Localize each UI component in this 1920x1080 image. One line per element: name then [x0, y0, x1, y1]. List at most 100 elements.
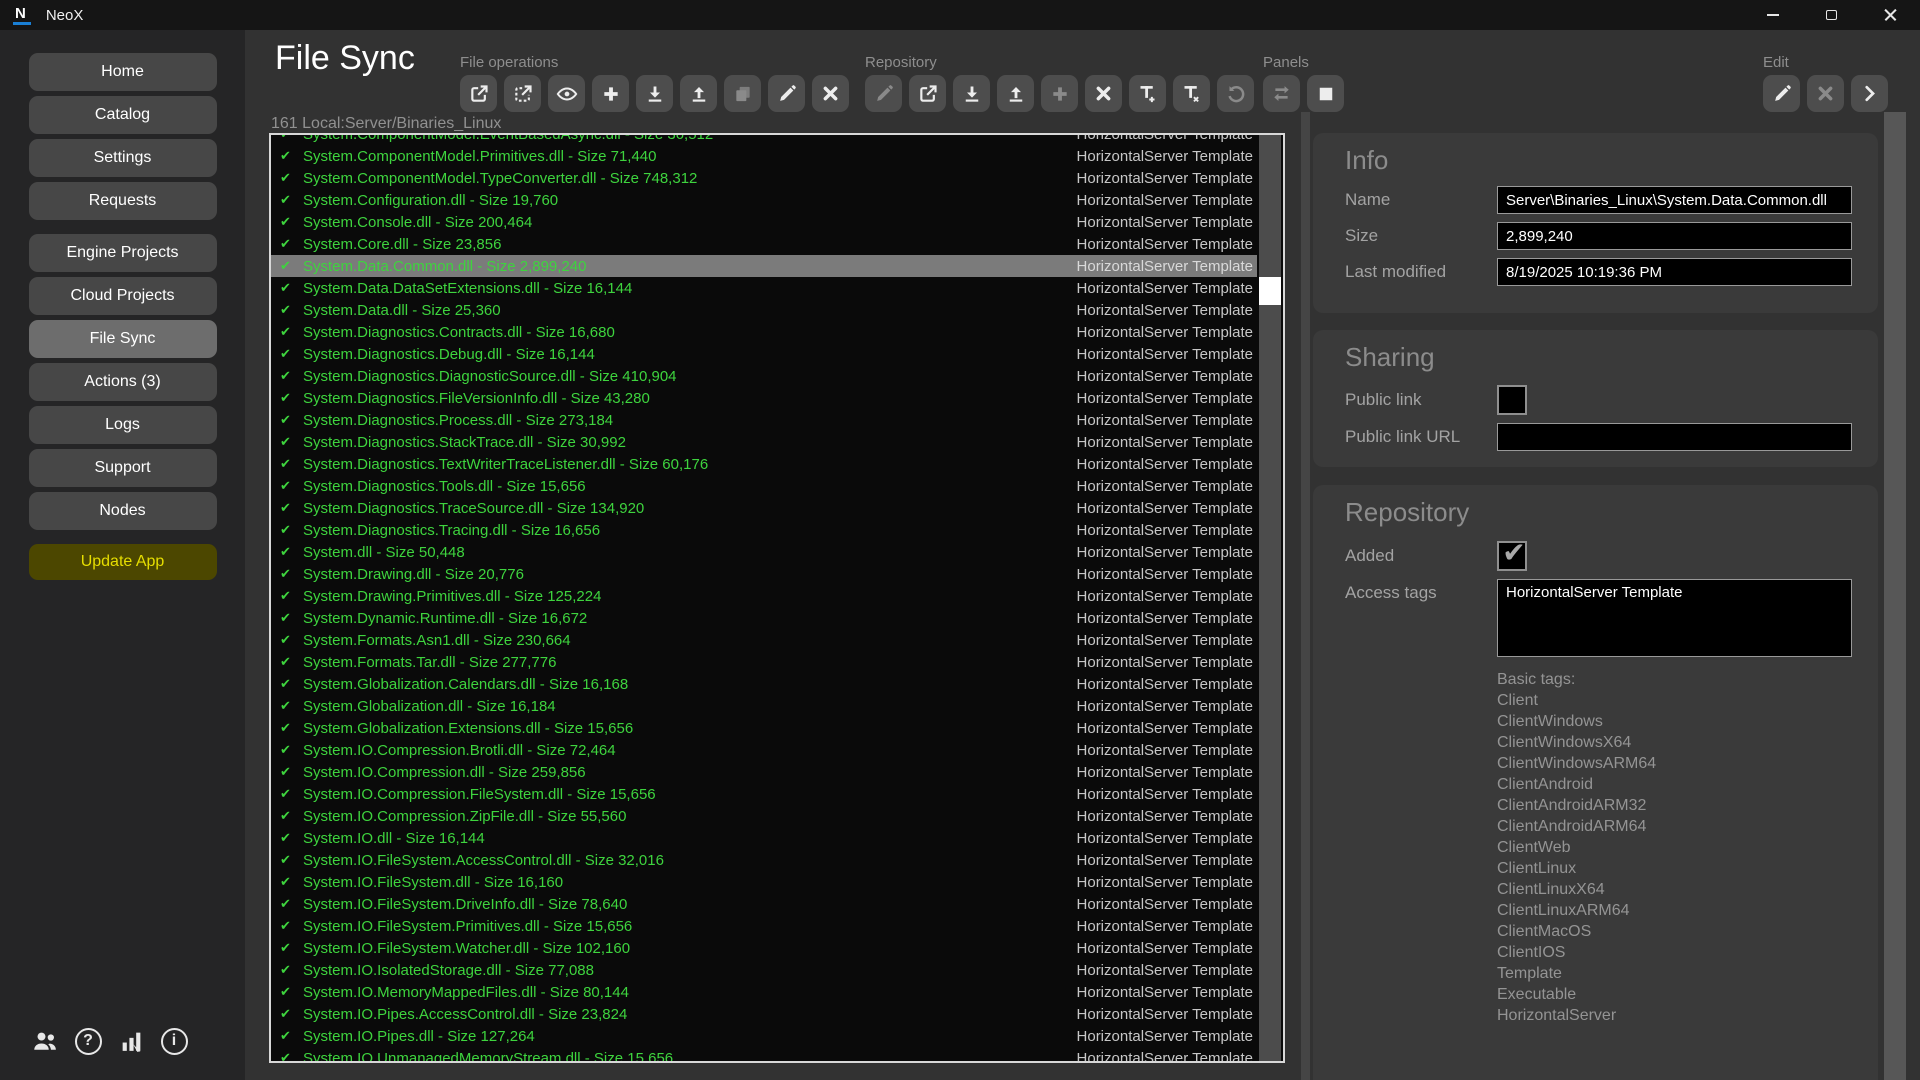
- swap-panels-button[interactable]: [1263, 75, 1300, 112]
- file-row[interactable]: ✔System.Diagnostics.Process.dll - Size 2…: [271, 409, 1257, 431]
- repo-download-button[interactable]: [953, 75, 990, 112]
- sidebar-item-home[interactable]: Home: [29, 53, 217, 91]
- upload-file-button[interactable]: [680, 75, 717, 112]
- duplicate-file-button[interactable]: [724, 75, 761, 112]
- sidebar-item-logs[interactable]: Logs: [29, 406, 217, 444]
- panel-layout-button[interactable]: [1307, 75, 1344, 112]
- file-row[interactable]: ✔System.IO.dll - Size 16,144HorizontalSe…: [271, 827, 1257, 849]
- users-button[interactable]: [30, 1026, 60, 1056]
- about-button[interactable]: i: [159, 1026, 189, 1056]
- file-row[interactable]: ✔System.ComponentModel.TypeConverter.dll…: [271, 167, 1257, 189]
- file-row[interactable]: ✔System.Globalization.Calendars.dll - Si…: [271, 673, 1257, 695]
- file-row[interactable]: ✔System.Diagnostics.Debug.dll - Size 16,…: [271, 343, 1257, 365]
- sidebar-item-cloud-projects[interactable]: Cloud Projects: [29, 277, 217, 315]
- help-button[interactable]: ?: [73, 1026, 103, 1056]
- file-row[interactable]: ✔System.Diagnostics.Tools.dll - Size 15,…: [271, 475, 1257, 497]
- file-row[interactable]: ✔System.ComponentModel.Primitives.dll - …: [271, 145, 1257, 167]
- file-row[interactable]: ✔System.Globalization.Extensions.dll - S…: [271, 717, 1257, 739]
- file-row[interactable]: ✔System.Formats.Asn1.dll - Size 230,664H…: [271, 629, 1257, 651]
- download-file-button[interactable]: [636, 75, 673, 112]
- rename-file-button[interactable]: [768, 75, 805, 112]
- file-row[interactable]: ✔System.Diagnostics.StackTrace.dll - Siz…: [271, 431, 1257, 453]
- file-row[interactable]: ✔System.Drawing.Primitives.dll - Size 12…: [271, 585, 1257, 607]
- file-row[interactable]: ✔System.Drawing.dll - Size 20,776Horizon…: [271, 563, 1257, 585]
- file-row[interactable]: ✔System.IO.FileSystem.Primitives.dll - S…: [271, 915, 1257, 937]
- file-row[interactable]: ✔System.IO.FileSystem.Watcher.dll - Size…: [271, 937, 1257, 959]
- file-row[interactable]: ✔System.Diagnostics.FileVersionInfo.dll …: [271, 387, 1257, 409]
- repo-edit-button[interactable]: [865, 75, 902, 112]
- edit-button[interactable]: [1763, 75, 1800, 112]
- file-row[interactable]: ✔System.IO.UnmanagedMemoryStream.dll - S…: [271, 1047, 1257, 1061]
- last-modified-field[interactable]: [1497, 258, 1852, 286]
- sidebar-item-nodes[interactable]: Nodes: [29, 492, 217, 530]
- repo-open-button[interactable]: [909, 75, 946, 112]
- file-row[interactable]: ✔System.Diagnostics.Tracing.dll - Size 1…: [271, 519, 1257, 541]
- add-tag-button[interactable]: [1129, 75, 1166, 112]
- file-row[interactable]: ✔System.Dynamic.Runtime.dll - Size 16,67…: [271, 607, 1257, 629]
- update-app-button[interactable]: Update App: [29, 544, 217, 580]
- preview-button[interactable]: [548, 75, 585, 112]
- name-field[interactable]: [1497, 186, 1852, 214]
- file-row[interactable]: ✔System.Diagnostics.TraceSource.dll - Si…: [271, 497, 1257, 519]
- sidebar-item-requests[interactable]: Requests: [29, 182, 217, 220]
- file-row[interactable]: ✔System.IO.Compression.ZipFile.dll - Siz…: [271, 805, 1257, 827]
- sidebar-item-settings[interactable]: Settings: [29, 139, 217, 177]
- list-scrollbar-thumb[interactable]: [1259, 277, 1281, 305]
- sidebar-item-engine-projects[interactable]: Engine Projects: [29, 234, 217, 272]
- open-with-button[interactable]: [504, 75, 541, 112]
- added-checkbox[interactable]: ✔: [1497, 541, 1527, 571]
- x-icon: [1816, 84, 1835, 103]
- sidebar-item-catalog[interactable]: Catalog: [29, 96, 217, 134]
- file-row[interactable]: ✔System.IO.IsolatedStorage.dll - Size 77…: [271, 959, 1257, 981]
- file-row[interactable]: ✔System.Diagnostics.Contracts.dll - Size…: [271, 321, 1257, 343]
- access-tags-field[interactable]: HorizontalServer Template: [1497, 579, 1852, 657]
- delete-file-button[interactable]: [812, 75, 849, 112]
- edit-expand-button[interactable]: [1851, 75, 1888, 112]
- list-summary: 161 Local:Server/Binaries_Linux: [271, 115, 501, 133]
- sidebar-item-support[interactable]: Support: [29, 449, 217, 487]
- file-row[interactable]: ✔System.IO.FileSystem.DriveInfo.dll - Si…: [271, 893, 1257, 915]
- file-row[interactable]: ✔System.IO.Compression.dll - Size 259,85…: [271, 761, 1257, 783]
- maximize-button[interactable]: [1802, 0, 1861, 30]
- file-row[interactable]: ✔System.Console.dll - Size 200,464Horizo…: [271, 211, 1257, 233]
- repo-delete-button[interactable]: [1085, 75, 1122, 112]
- stats-button[interactable]: [116, 1026, 146, 1056]
- repo-add-button[interactable]: [1041, 75, 1078, 112]
- list-scrollbar[interactable]: [1259, 135, 1281, 1061]
- size-field[interactable]: [1497, 222, 1852, 250]
- file-row[interactable]: ✔System.IO.Compression.FileSystem.dll - …: [271, 783, 1257, 805]
- public-link-checkbox[interactable]: [1497, 385, 1527, 415]
- file-row[interactable]: ✔System.IO.Pipes.AccessControl.dll - Siz…: [271, 1003, 1257, 1025]
- file-row[interactable]: ✔System.Data.dll - Size 25,360Horizontal…: [271, 299, 1257, 321]
- file-row[interactable]: ✔System.IO.FileSystem.AccessControl.dll …: [271, 849, 1257, 871]
- file-row[interactable]: ✔System.dll - Size 50,448HorizontalServe…: [271, 541, 1257, 563]
- file-row[interactable]: ✔System.IO.FileSystem.dll - Size 16,160H…: [271, 871, 1257, 893]
- panel-scrollbar[interactable]: [1884, 112, 1906, 1080]
- file-row[interactable]: ✔System.Diagnostics.TextWriterTraceListe…: [271, 453, 1257, 475]
- repo-upload-button[interactable]: [997, 75, 1034, 112]
- minimize-button[interactable]: [1743, 0, 1802, 30]
- add-file-button[interactable]: [592, 75, 629, 112]
- file-row[interactable]: ✔System.IO.MemoryMappedFiles.dll - Size …: [271, 981, 1257, 1003]
- file-row[interactable]: ✔System.Formats.Tar.dll - Size 277,776Ho…: [271, 651, 1257, 673]
- file-row[interactable]: ✔System.IO.Compression.Brotli.dll - Size…: [271, 739, 1257, 761]
- file-row[interactable]: ✔System.IO.Pipes.dll - Size 127,264Horiz…: [271, 1025, 1257, 1047]
- file-row[interactable]: ✔System.Diagnostics.DiagnosticSource.dll…: [271, 365, 1257, 387]
- repo-revert-button[interactable]: [1217, 75, 1254, 112]
- open-external-button[interactable]: [460, 75, 497, 112]
- check-icon: ✔: [280, 434, 303, 450]
- sidebar-item-file-sync[interactable]: File Sync: [29, 320, 217, 358]
- file-row[interactable]: ✔System.Core.dll - Size 23,856Horizontal…: [271, 233, 1257, 255]
- sidebar-item-actions-3[interactable]: Actions (3): [29, 363, 217, 401]
- panel-splitter[interactable]: [1301, 112, 1310, 1080]
- file-row[interactable]: ✔System.ComponentModel.EventBasedAsync.d…: [271, 135, 1257, 145]
- edit-cancel-button[interactable]: [1807, 75, 1844, 112]
- file-row[interactable]: ✔System.Data.DataSetExtensions.dll - Siz…: [271, 277, 1257, 299]
- public-link-url-field[interactable]: [1497, 423, 1852, 451]
- close-button[interactable]: [1861, 0, 1920, 30]
- file-row[interactable]: ✔System.Globalization.dll - Size 16,184H…: [271, 695, 1257, 717]
- file-row[interactable]: ✔System.Configuration.dll - Size 19,760H…: [271, 189, 1257, 211]
- file-row-tag: HorizontalServer Template: [1077, 874, 1257, 891]
- remove-tag-button[interactable]: [1173, 75, 1210, 112]
- file-row[interactable]: ✔System.Data.Common.dll - Size 2,899,240…: [271, 255, 1257, 277]
